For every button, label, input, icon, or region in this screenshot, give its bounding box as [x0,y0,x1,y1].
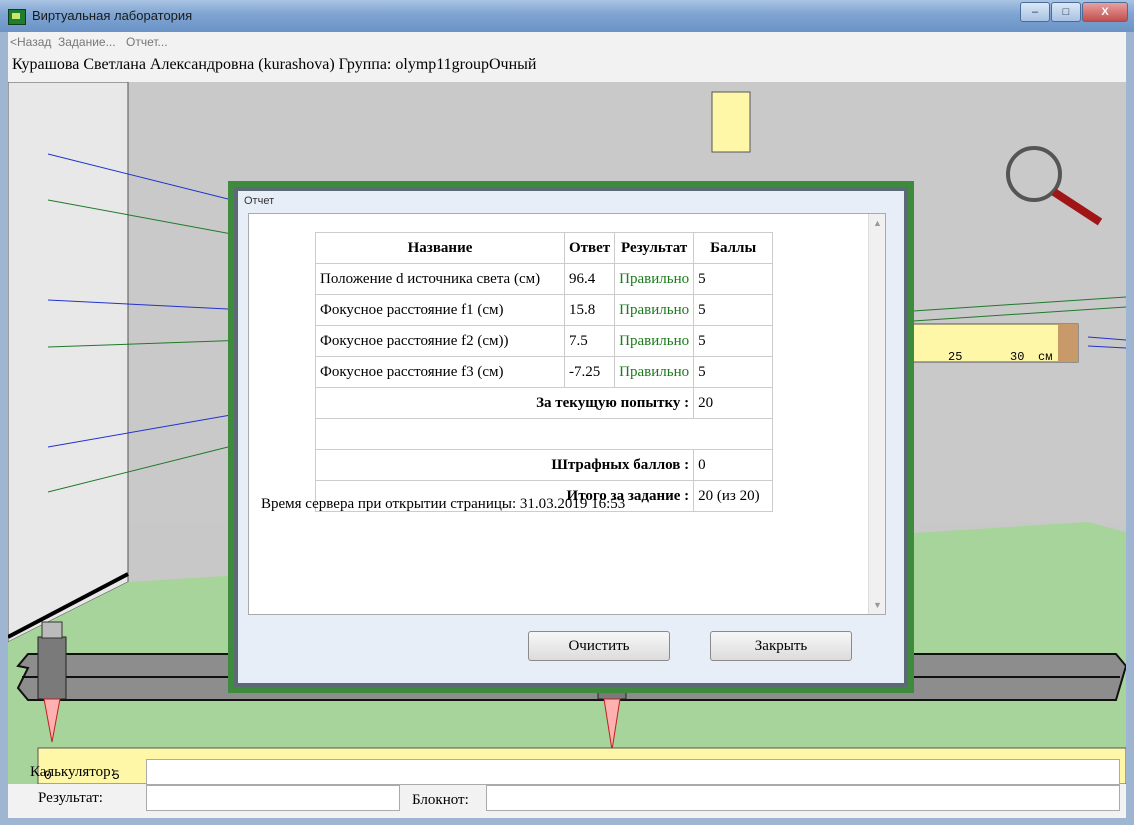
small-ruler-tick: 30 [1010,350,1025,364]
maximize-button[interactable]: □ [1051,2,1081,22]
row-points: 5 [693,325,774,357]
menu-report[interactable]: Отчет... [126,35,168,49]
result-input[interactable] [146,785,400,811]
row-result: Правильно [614,325,695,357]
row-answer: 96.4 [563,263,616,295]
server-time: Время сервера при открытии страницы: 31.… [261,496,626,512]
header-result: Результат [614,232,695,264]
close-window-button[interactable]: X [1082,2,1128,22]
scroll-down-icon[interactable]: ▼ [873,600,882,610]
row-answer: 7.5 [563,325,616,357]
close-dialog-button[interactable]: Закрыть [710,631,852,661]
dialog-title: Отчет [244,195,275,207]
small-ruler-unit: см [1038,350,1053,364]
report-dialog: Отчет Название Ответ Результат Баллы Пол… [234,187,908,687]
row-result: Правильно [614,356,695,388]
row-name: Фокусное расстояние f3 (см) [315,356,565,388]
menu-task[interactable]: Задание... [58,35,116,49]
row-result: Правильно [614,294,695,326]
current-attempt-label: За текущую попытку : [314,387,695,419]
row-name: Положение d источника света (см) [315,263,565,295]
report-content: Название Ответ Результат Баллы Положение… [248,213,886,615]
report-scrollbar[interactable]: ▲ ▼ [868,214,885,614]
row-points: 5 [693,294,774,326]
small-ruler-tick: 25 [948,350,963,364]
table-header-row: Название Ответ Результат Баллы [315,232,774,264]
current-attempt-row: За текущую попытку : 20 [314,387,774,419]
clear-button[interactable]: Очистить [528,631,670,661]
result-label: Результат: [38,790,103,806]
penalty-row: Штрафных баллов : 0 [314,449,774,481]
table-row: Фокусное расстояние f2 (см)) 7.5 Правиль… [315,325,774,357]
table-row: Фокусное расстояние f1 (см) 15.8 Правиль… [315,294,774,326]
row-name: Фокусное расстояние f1 (см) [315,294,565,326]
penalty-label: Штрафных баллов : [314,449,695,481]
total-value: 20 (из 20) [693,480,774,512]
menu-back[interactable]: <Назад [10,35,51,49]
row-result: Правильно [614,263,695,295]
notebook-input[interactable] [486,785,1120,811]
penalty-value: 0 [693,449,774,481]
minimize-button[interactable]: – [1020,2,1050,22]
app-icon [8,9,26,25]
app-frame: <Назад Задание... Отчет... Курашова Свет… [8,32,1126,818]
row-points: 5 [693,263,774,295]
header-name: Название [315,232,565,264]
table-row: Положение d источника света (см) 96.4 Пр… [315,263,774,295]
header-points: Баллы [693,232,774,264]
current-attempt-value: 20 [693,387,774,419]
row-name: Фокусное расстояние f2 (см)) [315,325,565,357]
lab-scene: 0 5 10 15 20 25 30 35 40 45 50 55 60 65 … [8,82,1126,784]
row-answer: -7.25 [563,356,616,388]
table-row: Фокусное расстояние f3 (см) -7.25 Правил… [315,356,774,388]
title-bar: Виртуальная лаборатория – □ X [0,0,1134,32]
empty-cell [314,418,774,450]
empty-row [314,418,774,450]
report-table: Название Ответ Результат Баллы Положение… [314,232,774,512]
row-points: 5 [693,356,774,388]
menu-bar: <Назад Задание... Отчет... [8,32,1126,52]
user-info: Курашова Светлана Александровна (kurasho… [12,56,537,73]
window-title: Виртуальная лаборатория [32,8,193,23]
calculator-input[interactable] [146,759,1120,785]
header-answer: Ответ [563,232,616,264]
scroll-up-icon[interactable]: ▲ [873,218,882,228]
notebook-label: Блокнот: [412,792,469,808]
calculator-label: Калькулятор: [30,764,115,780]
row-answer: 15.8 [563,294,616,326]
